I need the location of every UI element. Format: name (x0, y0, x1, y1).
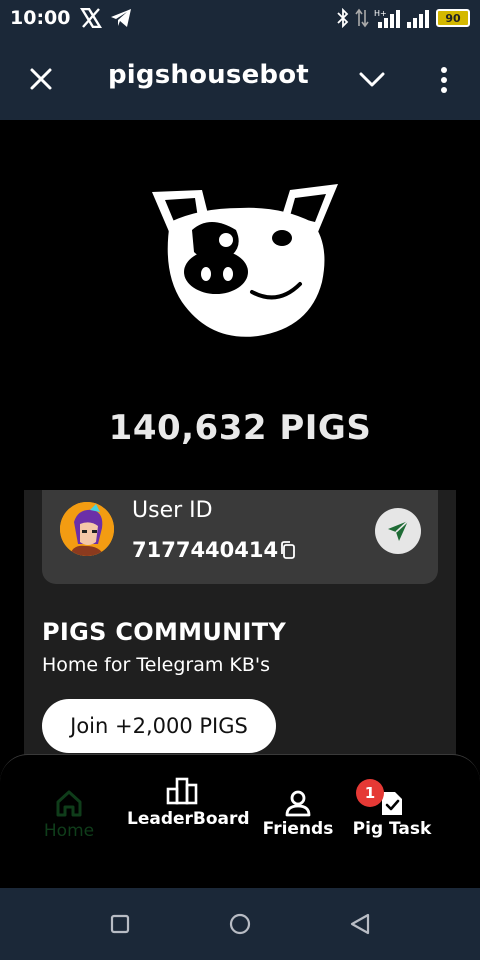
share-button[interactable] (375, 508, 421, 554)
home-icon (56, 790, 82, 817)
nav-item-home[interactable]: Home (40, 789, 98, 841)
user-icon (285, 790, 311, 817)
status-right-icons: H+ 90 (336, 8, 470, 28)
bluetooth-icon (337, 8, 349, 28)
pigs-balance: 140,632 PIGS (108, 408, 372, 448)
nav-item-pig-task[interactable]: 1 Pig Task (352, 779, 432, 839)
status-bar: 10:00 H+ 90 (0, 0, 480, 36)
user-id-number: 7177440414 (132, 538, 279, 562)
x-icon (80, 8, 103, 28)
svg-text:H+: H+ (374, 9, 387, 18)
telegram-icon (111, 9, 132, 27)
system-nav-bar (0, 888, 480, 960)
back-icon[interactable] (348, 912, 372, 936)
copy-icon[interactable] (280, 541, 296, 559)
status-time: 10:00 (10, 7, 71, 29)
community-subtitle: Home for Telegram KB's (42, 654, 271, 676)
leaderboard-icon (166, 777, 198, 805)
user-card: User ID 7177440414 (42, 490, 438, 584)
bottom-nav: Home LeaderBoard Friends 1 Pig Task (0, 754, 480, 888)
app-header: pigshousebot (0, 36, 480, 120)
user-id-value: 7177440414 (132, 538, 296, 562)
close-icon[interactable] (26, 64, 56, 94)
avatar (60, 502, 114, 556)
status-left-icons (80, 8, 132, 28)
nav-label-pig-task: Pig Task (352, 819, 432, 839)
chevron-down-icon[interactable] (356, 66, 388, 92)
home-button-icon[interactable] (228, 912, 252, 936)
nav-item-leaderboard[interactable]: LeaderBoard (124, 777, 250, 831)
pig-logo-icon (152, 184, 338, 337)
signal-icon (407, 10, 429, 28)
signal-icon: H+ (374, 9, 400, 28)
nav-item-friends[interactable]: Friends (260, 789, 336, 839)
more-vertical-icon[interactable] (432, 64, 456, 96)
bot-title: pigshousebot (108, 60, 309, 90)
battery-level: 90 (445, 11, 461, 25)
main-content: 140,632 PIGS User ID 7177440414 PIGS COM… (0, 120, 480, 888)
data-arrows-icon (355, 8, 369, 28)
user-id-label: User ID (132, 498, 213, 523)
nav-label-home: Home (43, 821, 95, 841)
recents-icon[interactable] (108, 912, 132, 936)
send-icon (388, 520, 409, 541)
battery-icon: 90 (436, 9, 470, 27)
task-badge: 1 (356, 779, 384, 807)
nav-label-leaderboard: LeaderBoard (127, 809, 250, 829)
join-community-button[interactable]: Join +2,000 PIGS (42, 699, 276, 753)
avatar-icon (60, 502, 114, 556)
community-title: PIGS COMMUNITY (42, 618, 287, 646)
nav-label-friends: Friends (262, 819, 334, 839)
